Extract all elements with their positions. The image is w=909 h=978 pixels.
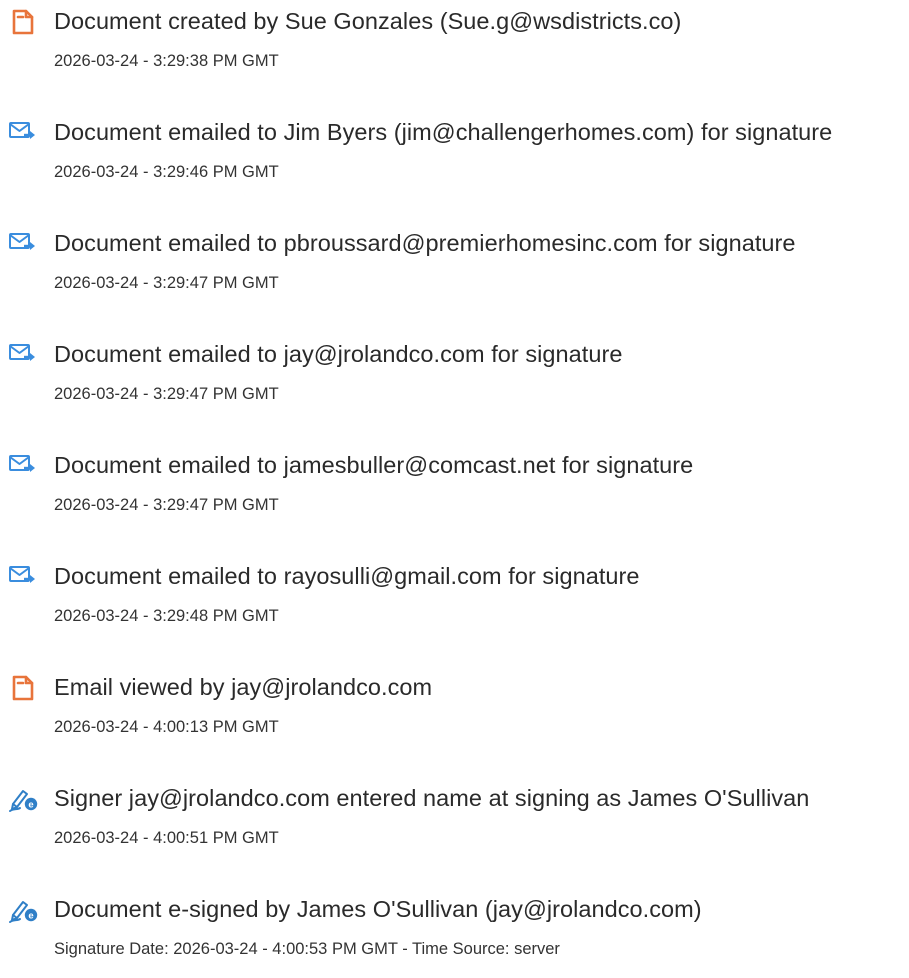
- email-sent-icon: [8, 563, 38, 589]
- svg-text:e: e: [28, 800, 33, 811]
- audit-event: Document emailed to Jim Byers (jim@chall…: [0, 111, 909, 201]
- event-title: Email viewed by jay@jrolandco.com: [54, 674, 433, 700]
- audit-event: Document emailed to jay@jrolandco.com fo…: [0, 333, 909, 423]
- event-title: Document emailed to jamesbuller@comcast.…: [54, 452, 694, 478]
- audit-event: Document emailed to pbroussard@premierho…: [0, 222, 909, 312]
- event-title: Document created by Sue Gonzales (Sue.g@…: [54, 8, 682, 34]
- e-sign-icon: e: [8, 896, 38, 923]
- audit-event: e Signer jay@jrolandco.com entered name …: [0, 777, 909, 867]
- event-timestamp: 2026-03-24 - 4:00:51 PM GMT: [54, 829, 279, 847]
- event-title: Document emailed to jay@jrolandco.com fo…: [54, 341, 623, 367]
- event-timestamp: 2026-03-24 - 3:29:47 PM GMT: [54, 274, 279, 292]
- event-timestamp: 2026-03-24 - 3:29:46 PM GMT: [54, 163, 279, 181]
- event-title: Document e-signed by James O'Sullivan (j…: [54, 896, 702, 922]
- audit-event: e Document e-signed by James O'Sullivan …: [0, 888, 909, 978]
- audit-event: Document emailed to jamesbuller@comcast.…: [0, 444, 909, 534]
- audit-event: Document emailed to rayosulli@gmail.com …: [0, 555, 909, 645]
- event-timestamp: 2026-03-24 - 4:00:13 PM GMT: [54, 718, 279, 736]
- event-title: Document emailed to Jim Byers (jim@chall…: [54, 119, 833, 145]
- event-timestamp: 2026-03-24 - 3:29:47 PM GMT: [54, 496, 279, 514]
- event-title: Document emailed to pbroussard@premierho…: [54, 230, 796, 256]
- event-timestamp: 2026-03-24 - 3:29:48 PM GMT: [54, 607, 279, 625]
- audit-event: Email viewed by jay@jrolandco.com 2026-0…: [0, 666, 909, 756]
- event-timestamp: 2026-03-24 - 3:29:38 PM GMT: [54, 52, 279, 70]
- email-sent-icon: [8, 230, 38, 256]
- event-title: Document emailed to rayosulli@gmail.com …: [54, 563, 640, 589]
- event-timestamp: Signature Date: 2026-03-24 - 4:00:53 PM …: [54, 940, 560, 958]
- email-sent-icon: [8, 452, 38, 478]
- document-icon: [8, 8, 38, 35]
- audit-event: Document created by Sue Gonzales (Sue.g@…: [0, 0, 909, 90]
- event-title: Signer jay@jrolandco.com entered name at…: [54, 785, 810, 811]
- email-sent-icon: [8, 341, 38, 367]
- document-icon: [8, 674, 38, 701]
- e-sign-icon: e: [8, 785, 38, 812]
- event-timestamp: 2026-03-24 - 3:29:47 PM GMT: [54, 385, 279, 403]
- email-sent-icon: [8, 119, 38, 145]
- svg-text:e: e: [28, 911, 33, 922]
